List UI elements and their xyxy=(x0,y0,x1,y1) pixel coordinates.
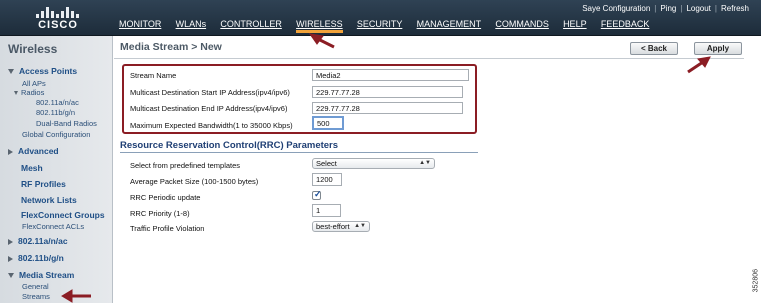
sidebar-item-flexconnect-groups[interactable]: FlexConnect Groups xyxy=(21,210,105,220)
nav-help[interactable]: HELP xyxy=(563,19,587,29)
template-select-value: Select xyxy=(316,159,337,168)
nav-security[interactable]: SECURITY xyxy=(357,19,403,29)
nav-wlans[interactable]: WLANs xyxy=(176,19,207,29)
sidebar-item-80211b[interactable]: 802.11b/g/n xyxy=(8,253,64,263)
main-navigation: MONITOR WLANs CONTROLLER WIRELESS SECURI… xyxy=(119,19,661,33)
select-arrows-icon: ▲▼ xyxy=(354,223,366,229)
nav-commands[interactable]: COMMANDS xyxy=(495,19,549,29)
sidebar-item-flexconnect-acls[interactable]: FlexConnect ACLs xyxy=(22,222,84,231)
figure-code: 352806 xyxy=(752,269,759,293)
sidebar-item-streams[interactable]: Streams xyxy=(22,292,50,301)
nav-management[interactable]: MANAGEMENT xyxy=(417,19,482,29)
traffic-violation-value: best-effort xyxy=(316,222,350,231)
periodic-update-label: RRC Periodic update xyxy=(130,193,201,202)
template-label: Select from predefined templates xyxy=(130,161,241,170)
sidebar-item-80211a[interactable]: 802.11a/n/ac xyxy=(8,236,68,246)
sidebar-item-label: 802.11a/n/ac xyxy=(18,236,68,246)
start-ip-input[interactable] xyxy=(312,86,463,98)
end-ip-label: Multicast Destination End IP Address(ipv… xyxy=(130,104,288,113)
bandwidth-label: Maximum Expected Bandwidth(1 to 35000 Kb… xyxy=(130,121,293,130)
packet-size-label: Average Packet Size (100-1500 bytes) xyxy=(130,177,259,186)
packet-size-input[interactable] xyxy=(312,173,342,186)
sidebar-item-radios[interactable]: Radios xyxy=(14,88,44,97)
stream-name-input[interactable] xyxy=(312,69,469,81)
expanded-triangle-icon xyxy=(8,273,14,279)
traffic-violation-select[interactable]: best-effort ▲▼ xyxy=(312,221,370,232)
sidebar-item-mesh[interactable]: Mesh xyxy=(21,163,43,173)
sidebar-item-global-config[interactable]: Global Configuration xyxy=(22,130,90,139)
nav-wireless[interactable]: WIRELESS xyxy=(296,19,343,33)
cisco-logo-text: CISCO xyxy=(38,19,78,31)
cisco-logo: CISCO xyxy=(34,5,82,33)
template-select[interactable]: Select ▲▼ xyxy=(312,158,435,169)
sidebar-item-dual-band[interactable]: Dual-Band Radios xyxy=(36,119,97,128)
sidebar-item-advanced[interactable]: Advanced xyxy=(8,146,59,156)
sidebar-item-access-points[interactable]: Access Points xyxy=(8,66,77,76)
expanded-triangle-icon xyxy=(14,91,18,96)
rrc-priority-input[interactable] xyxy=(312,204,341,217)
sidebar-item-label: Radios xyxy=(21,88,45,97)
nav-controller[interactable]: CONTROLLER xyxy=(220,19,282,29)
top-header-bar: CISCO Saye Configuration | Ping | Logout | Ref… xyxy=(0,0,761,36)
sidebar-item-radio-b[interactable]: 802.11b/g/n xyxy=(36,108,75,117)
apply-button[interactable]: Apply xyxy=(694,42,742,55)
back-button[interactable]: < Back xyxy=(630,42,678,55)
collapsed-triangle-icon xyxy=(8,255,13,262)
collapsed-triangle-icon xyxy=(8,148,13,155)
logout-link[interactable]: Logout xyxy=(686,4,710,13)
nav-feedback[interactable]: FEEDBACK xyxy=(601,19,650,29)
collapsed-triangle-icon xyxy=(8,238,13,245)
start-ip-label: Multicast Destination Start IP Address(i… xyxy=(130,88,290,97)
sidebar-title: Wireless xyxy=(8,42,58,56)
sidebar-item-label: Access Points xyxy=(19,66,78,76)
main-content: Media Stream > New < Back Apply Stream N… xyxy=(114,36,761,303)
nav-monitor[interactable]: MONITOR xyxy=(119,19,161,29)
sidebar-item-network-lists[interactable]: Network Lists xyxy=(21,195,77,205)
sidebar-item-label: Advanced xyxy=(18,146,59,156)
stream-name-label: Stream Name xyxy=(130,71,177,80)
sidebar-item-radio-a[interactable]: 802.11a/n/ac xyxy=(36,98,79,107)
end-ip-input[interactable] xyxy=(312,102,463,114)
refresh-link[interactable]: Refresh xyxy=(721,4,749,13)
utility-links: Saye Configuration | Ping | Logout | Refresh xyxy=(582,4,749,13)
sidebar-item-label: Media Stream xyxy=(19,270,75,280)
save-configuration-link[interactable]: Saye Configuration xyxy=(582,4,650,13)
sidebar-item-all-aps[interactable]: All APs xyxy=(22,79,46,88)
rrc-section-divider xyxy=(120,152,478,153)
title-divider xyxy=(114,58,744,59)
bandwidth-input[interactable] xyxy=(312,116,344,130)
ping-link[interactable]: Ping xyxy=(660,4,676,13)
page-title: Media Stream > New xyxy=(120,41,222,53)
periodic-update-checkbox[interactable]: ✓ xyxy=(312,189,322,200)
traffic-violation-label: Traffic Profile Violation xyxy=(130,224,205,233)
sidebar-item-rf-profiles[interactable]: RF Profiles xyxy=(21,179,66,189)
cisco-logo-bars xyxy=(36,5,80,18)
expanded-triangle-icon xyxy=(8,69,14,75)
sidebar-item-label: 802.11b/g/n xyxy=(18,253,64,263)
sidebar-item-media-stream[interactable]: Media Stream xyxy=(8,270,74,280)
checkmark-icon: ✓ xyxy=(314,189,322,199)
left-sidebar: Wireless Access Points All APs Radios 80… xyxy=(0,36,113,303)
rrc-priority-label: RRC Priority (1-8) xyxy=(130,209,190,218)
rrc-section-title: Resource Reservation Control(RRC) Parame… xyxy=(120,140,339,151)
select-arrows-icon: ▲▼ xyxy=(419,160,431,166)
sidebar-item-general[interactable]: General xyxy=(22,282,49,291)
